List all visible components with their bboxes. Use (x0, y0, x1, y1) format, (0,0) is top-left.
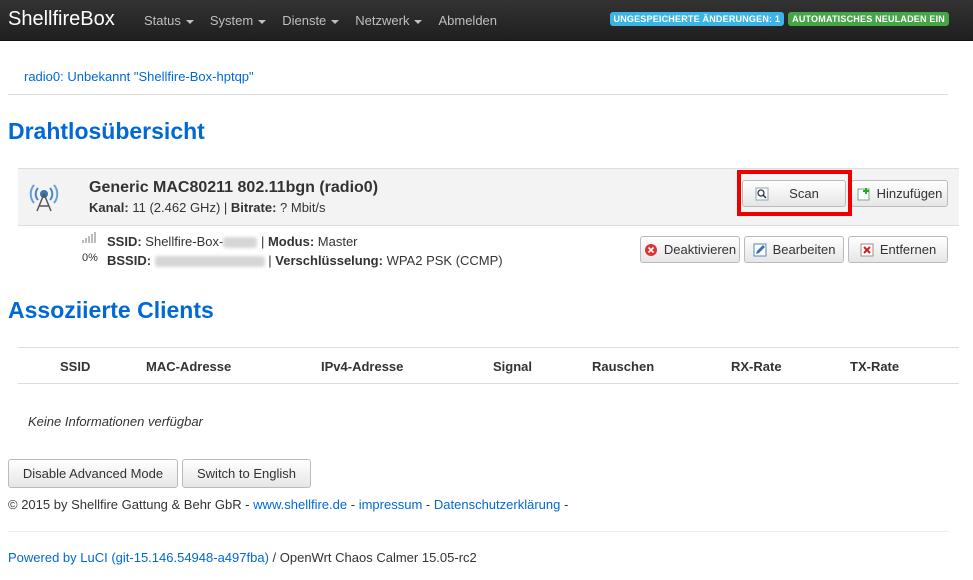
remove-label: Entfernen (879, 242, 937, 257)
column-noise: Rauschen (592, 359, 655, 374)
nav-label: Abmelden (438, 13, 498, 28)
copyright-text: © 2015 by Shellfire Gattung & Behr GbR - (8, 497, 250, 512)
brand-logo[interactable]: ShellfireBox (8, 8, 115, 31)
tab-radio0[interactable]: radio0: Unbekannt "Shellfire-Box-hptqp" (24, 69, 254, 84)
ssid-label: SSID: (107, 234, 142, 249)
switch-language-button[interactable]: Switch to English (182, 459, 311, 488)
nav-system[interactable]: System (202, 0, 274, 41)
nav-status[interactable]: Status (136, 0, 202, 41)
main-nav: Status System Dienste Netzwerk Abmelden (136, 0, 505, 41)
unsaved-changes-badge[interactable]: UNGESPEICHERTE ÄNDERUNGEN: 1 (609, 12, 785, 26)
column-ssid: SSID (60, 359, 91, 374)
nav-label: Dienste (282, 13, 327, 28)
bitrate-value: ? Mbit/s (280, 200, 326, 215)
separator: - (425, 497, 431, 512)
device-title: Generic MAC80211 802.11bgn (radio0) (89, 179, 379, 196)
edit-button[interactable]: Bearbeiten (744, 236, 844, 263)
separator: - (563, 497, 569, 512)
tab-divider (8, 94, 948, 95)
encryption-value: WPA2 PSK (CCMP) (386, 253, 503, 268)
auto-refresh-badge[interactable]: AUTOMATISCHES NEULADEN EIN (788, 12, 949, 26)
nav-netzwerk[interactable]: Netzwerk (347, 0, 430, 41)
add-button[interactable]: Hinzufügen (851, 180, 948, 207)
nav-label: Netzwerk (355, 13, 410, 28)
search-icon (755, 187, 769, 200)
openwrt-version: / OpenWrt Chaos Calmer 15.05-rc2 (272, 550, 477, 565)
nav-abmelden[interactable]: Abmelden (430, 0, 505, 41)
add-label: Hinzufügen (876, 186, 943, 201)
bssid-redacted (154, 256, 265, 268)
network-line-2: BSSID: | Verschlüsselung: WPA2 PSK (CCMP… (107, 253, 503, 268)
powered-by: Powered by LuCI (git-15.146.54948-a497fb… (8, 550, 477, 565)
disable-icon (644, 243, 657, 256)
column-tx-rate: TX-Rate (850, 359, 900, 374)
remove-icon (860, 243, 874, 256)
scan-button[interactable]: Scan (742, 180, 846, 207)
mode-value: Master (317, 234, 358, 249)
nav-label: System (209, 13, 254, 28)
top-navbar: ShellfireBox Status System Dienste Netzw… (0, 0, 973, 41)
disable-button[interactable]: Deaktivieren (640, 236, 740, 263)
edit-icon (753, 243, 767, 256)
nav-dienste[interactable]: Dienste (274, 0, 347, 41)
ssid-redacted (223, 237, 258, 249)
caret-down-icon (414, 19, 423, 24)
shellfire-link[interactable]: www.shellfire.de (253, 497, 347, 512)
footer-divider (8, 531, 948, 532)
signal-strength-icon (82, 231, 98, 246)
caret-down-icon (258, 19, 267, 24)
scan-label: Scan (789, 186, 819, 201)
clients-table-header: SSID MAC-Adresse IPv4-Adresse Signal Rau… (18, 347, 959, 384)
page-title: Drahtlosübersicht (8, 118, 205, 144)
device-info: Kanal: 11 (2.462 GHz) | Bitrate: ? Mbit/… (89, 200, 326, 215)
mode-label: Modus: (267, 234, 315, 249)
wifi-radio-icon (28, 179, 60, 216)
column-signal: Signal (493, 359, 533, 374)
channel-label: Kanal: (89, 200, 129, 215)
remove-button[interactable]: Entfernen (848, 236, 948, 263)
luci-link[interactable]: Powered by LuCI (git-15.146.54948-a497fb… (8, 550, 269, 565)
caret-down-icon (331, 19, 340, 24)
network-line-1: SSID: Shellfire-Box- | Modus: Master (107, 234, 358, 249)
disable-label: Deaktivieren (663, 242, 737, 257)
disable-advanced-mode-button[interactable]: Disable Advanced Mode (8, 459, 178, 488)
impressum-link[interactable]: impressum (359, 497, 423, 512)
nav-label: Status (144, 13, 181, 28)
column-ipv4: IPv4-Adresse (321, 359, 404, 374)
footer-copyright: © 2015 by Shellfire Gattung & Behr GbR -… (8, 497, 568, 512)
caret-down-icon (185, 19, 194, 24)
no-clients-message: Keine Informationen verfügbar (28, 414, 203, 429)
column-rx-rate: RX-Rate (731, 359, 782, 374)
clients-heading: Assoziierte Clients (8, 297, 214, 323)
ssid-value: Shellfire-Box- (145, 234, 224, 249)
privacy-link[interactable]: Datenschutzerklärung (434, 497, 560, 512)
edit-label: Bearbeiten (772, 242, 836, 257)
bssid-label: BSSID: (107, 253, 152, 268)
encryption-label: Verschlüsselung: (275, 253, 383, 268)
signal-percent: 0% (82, 252, 98, 264)
separator: - (350, 497, 356, 512)
add-icon (857, 187, 870, 200)
network-info: SSID: Shellfire-Box- | Modus: Master BSS… (107, 232, 503, 270)
status-badges: UNGESPEICHERTE ÄNDERUNGEN: 1 AUTOMATISCH… (609, 12, 949, 26)
column-mac: MAC-Adresse (146, 359, 232, 374)
bitrate-label: Bitrate: (230, 200, 277, 215)
channel-value: 11 (2.462 GHz) (132, 200, 221, 215)
